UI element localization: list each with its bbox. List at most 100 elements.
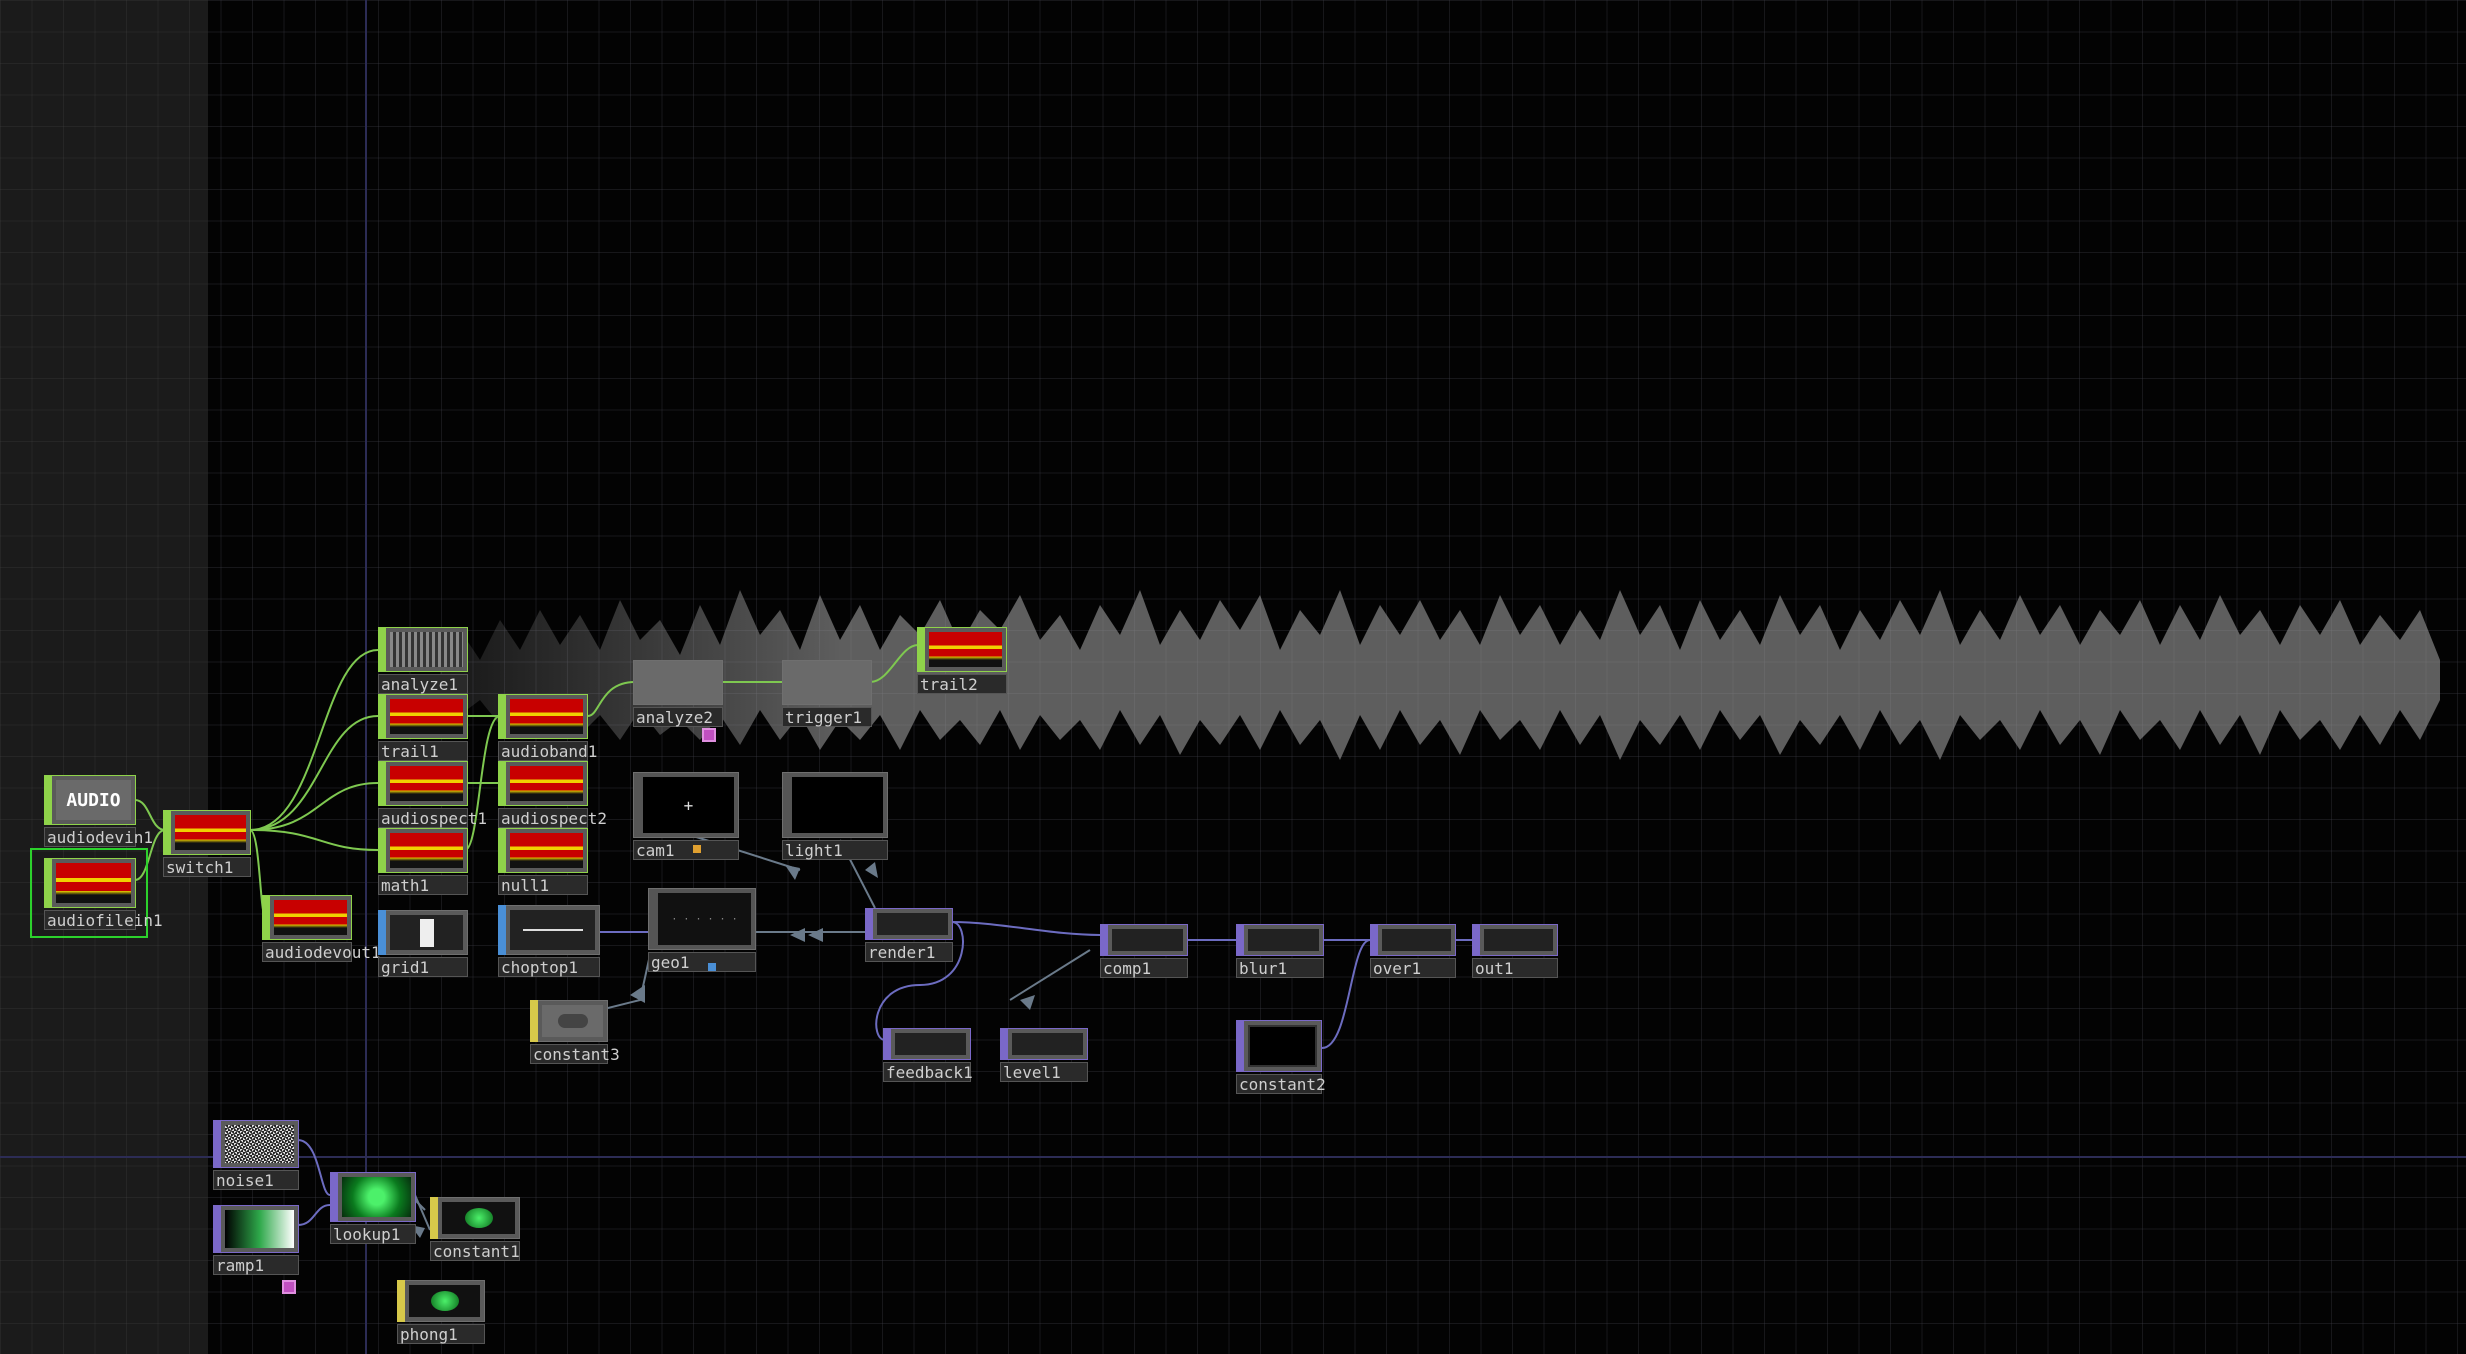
node-viewer: AUDIO <box>56 780 131 820</box>
node-label: comp1 <box>1100 958 1188 978</box>
node-math1[interactable]: math1 <box>378 828 468 895</box>
node-label: trigger1 <box>782 707 872 727</box>
audio-icon: AUDIO <box>66 789 121 811</box>
node-constant1[interactable]: constant1 <box>430 1197 520 1261</box>
node-viewer <box>1112 929 1183 951</box>
node-viewer <box>225 1125 294 1163</box>
node-label: audiodevout1 <box>262 942 381 962</box>
node-viewer <box>786 665 867 700</box>
node-label: phong1 <box>397 1324 485 1344</box>
node-audiodevin1[interactable]: AUDIO audiodevin1 <box>44 775 153 847</box>
node-viewer <box>542 1005 603 1037</box>
node-audiodevout1[interactable]: audiodevout1 <box>262 895 381 962</box>
node-viewer <box>274 900 347 935</box>
node-viewer <box>792 777 883 833</box>
node-analyze1[interactable]: analyze1 <box>378 627 468 694</box>
node-light1[interactable]: light1 <box>782 772 888 860</box>
node-label: light1 <box>782 840 888 860</box>
node-viewer <box>1382 929 1451 951</box>
node-viewer <box>929 632 1002 667</box>
node-label: switch1 <box>163 857 251 877</box>
node-audiospect2[interactable]: audiospect2 <box>498 761 607 828</box>
node-choptop1[interactable]: choptop1 <box>498 905 600 977</box>
node-viewer <box>1012 1033 1083 1055</box>
line-icon <box>522 929 583 931</box>
node-null1[interactable]: null1 <box>498 828 588 895</box>
node-viewer <box>510 833 583 868</box>
node-trigger1[interactable]: trigger1 <box>782 660 872 727</box>
network-editor-canvas[interactable]: AUDIO audiodevin1 audiofilein1 switch1 a… <box>0 0 2466 1354</box>
node-switch1[interactable]: switch1 <box>163 810 251 877</box>
node-constant2[interactable]: constant2 <box>1236 1020 1326 1094</box>
node-label: constant2 <box>1236 1074 1326 1094</box>
node-feedback1[interactable]: feedback1 <box>883 1028 973 1082</box>
node-label: analyze2 <box>633 707 723 727</box>
node-label: constant1 <box>430 1241 520 1261</box>
node-viewer <box>390 699 463 734</box>
node-ramp1[interactable]: ramp1 <box>213 1205 299 1275</box>
node-label: trail2 <box>917 674 1007 694</box>
node-viewer <box>390 833 463 868</box>
node-label: level1 <box>1000 1062 1088 1082</box>
node-label: trail1 <box>378 741 468 761</box>
node-out1[interactable]: out1 <box>1472 924 1558 978</box>
node-label: lookup1 <box>330 1224 416 1244</box>
node-lookup1[interactable]: lookup1 <box>330 1172 416 1244</box>
node-analyze2[interactable]: analyze2 <box>633 660 723 727</box>
node-viewer <box>637 665 718 700</box>
node-constant3[interactable]: constant3 <box>530 1000 620 1064</box>
node-label: choptop1 <box>498 957 600 977</box>
node-comp1[interactable]: comp1 <box>1100 924 1188 978</box>
node-viewer <box>390 632 463 667</box>
node-viewer <box>1484 929 1553 951</box>
node-trail2[interactable]: trail2 <box>917 627 1007 694</box>
node-label: geo1 <box>648 952 756 972</box>
output-port-icon[interactable] <box>702 728 716 742</box>
node-label: over1 <box>1370 958 1456 978</box>
output-port-icon[interactable] <box>282 1280 296 1294</box>
node-geo1[interactable]: · · · · · · geo1 <box>648 888 756 972</box>
node-label: audioband1 <box>498 741 597 761</box>
grid-icon <box>419 918 434 947</box>
material-icon <box>557 1014 588 1028</box>
node-label: noise1 <box>213 1170 299 1190</box>
node-phong1[interactable]: phong1 <box>397 1280 485 1344</box>
node-level1[interactable]: level1 <box>1000 1028 1088 1082</box>
node-viewer: + <box>643 777 734 833</box>
node-audiospect1[interactable]: audiospect1 <box>378 761 487 828</box>
node-trail1[interactable]: trail1 <box>378 694 468 761</box>
node-viewer <box>1248 929 1319 951</box>
node-audioband1[interactable]: audioband1 <box>498 694 597 761</box>
node-label: grid1 <box>378 957 468 977</box>
node-label: constant3 <box>530 1044 620 1064</box>
node-viewer <box>390 766 463 801</box>
node-grid1[interactable]: grid1 <box>378 910 468 977</box>
node-render1[interactable]: render1 <box>865 908 953 962</box>
node-blur1[interactable]: blur1 <box>1236 924 1324 978</box>
node-label: audiospect1 <box>378 808 487 828</box>
sphere-icon <box>464 1208 493 1228</box>
node-viewer <box>56 863 131 903</box>
node-label: audiodevin1 <box>44 827 153 847</box>
node-noise1[interactable]: noise1 <box>213 1120 299 1190</box>
node-viewer <box>409 1285 480 1317</box>
node-over1[interactable]: over1 <box>1370 924 1456 978</box>
node-label: audiofilein1 <box>44 910 163 930</box>
node-viewer <box>442 1202 515 1234</box>
node-label: feedback1 <box>883 1062 973 1082</box>
node-label: out1 <box>1472 958 1558 978</box>
geometry-icon: · · · · · · <box>671 913 738 925</box>
node-viewer <box>225 1210 294 1248</box>
node-label: cam1 <box>633 840 739 860</box>
node-viewer <box>510 699 583 734</box>
flag-icon[interactable] <box>693 845 701 853</box>
sphere-icon <box>430 1291 459 1311</box>
node-label: ramp1 <box>213 1255 299 1275</box>
node-audiofilein1[interactable]: audiofilein1 <box>44 858 163 930</box>
node-viewer <box>175 815 246 850</box>
flag-icon[interactable] <box>708 963 716 971</box>
node-viewer <box>1248 1025 1317 1067</box>
node-label: blur1 <box>1236 958 1324 978</box>
node-label: math1 <box>378 875 468 895</box>
node-cam1[interactable]: + cam1 <box>633 772 739 860</box>
